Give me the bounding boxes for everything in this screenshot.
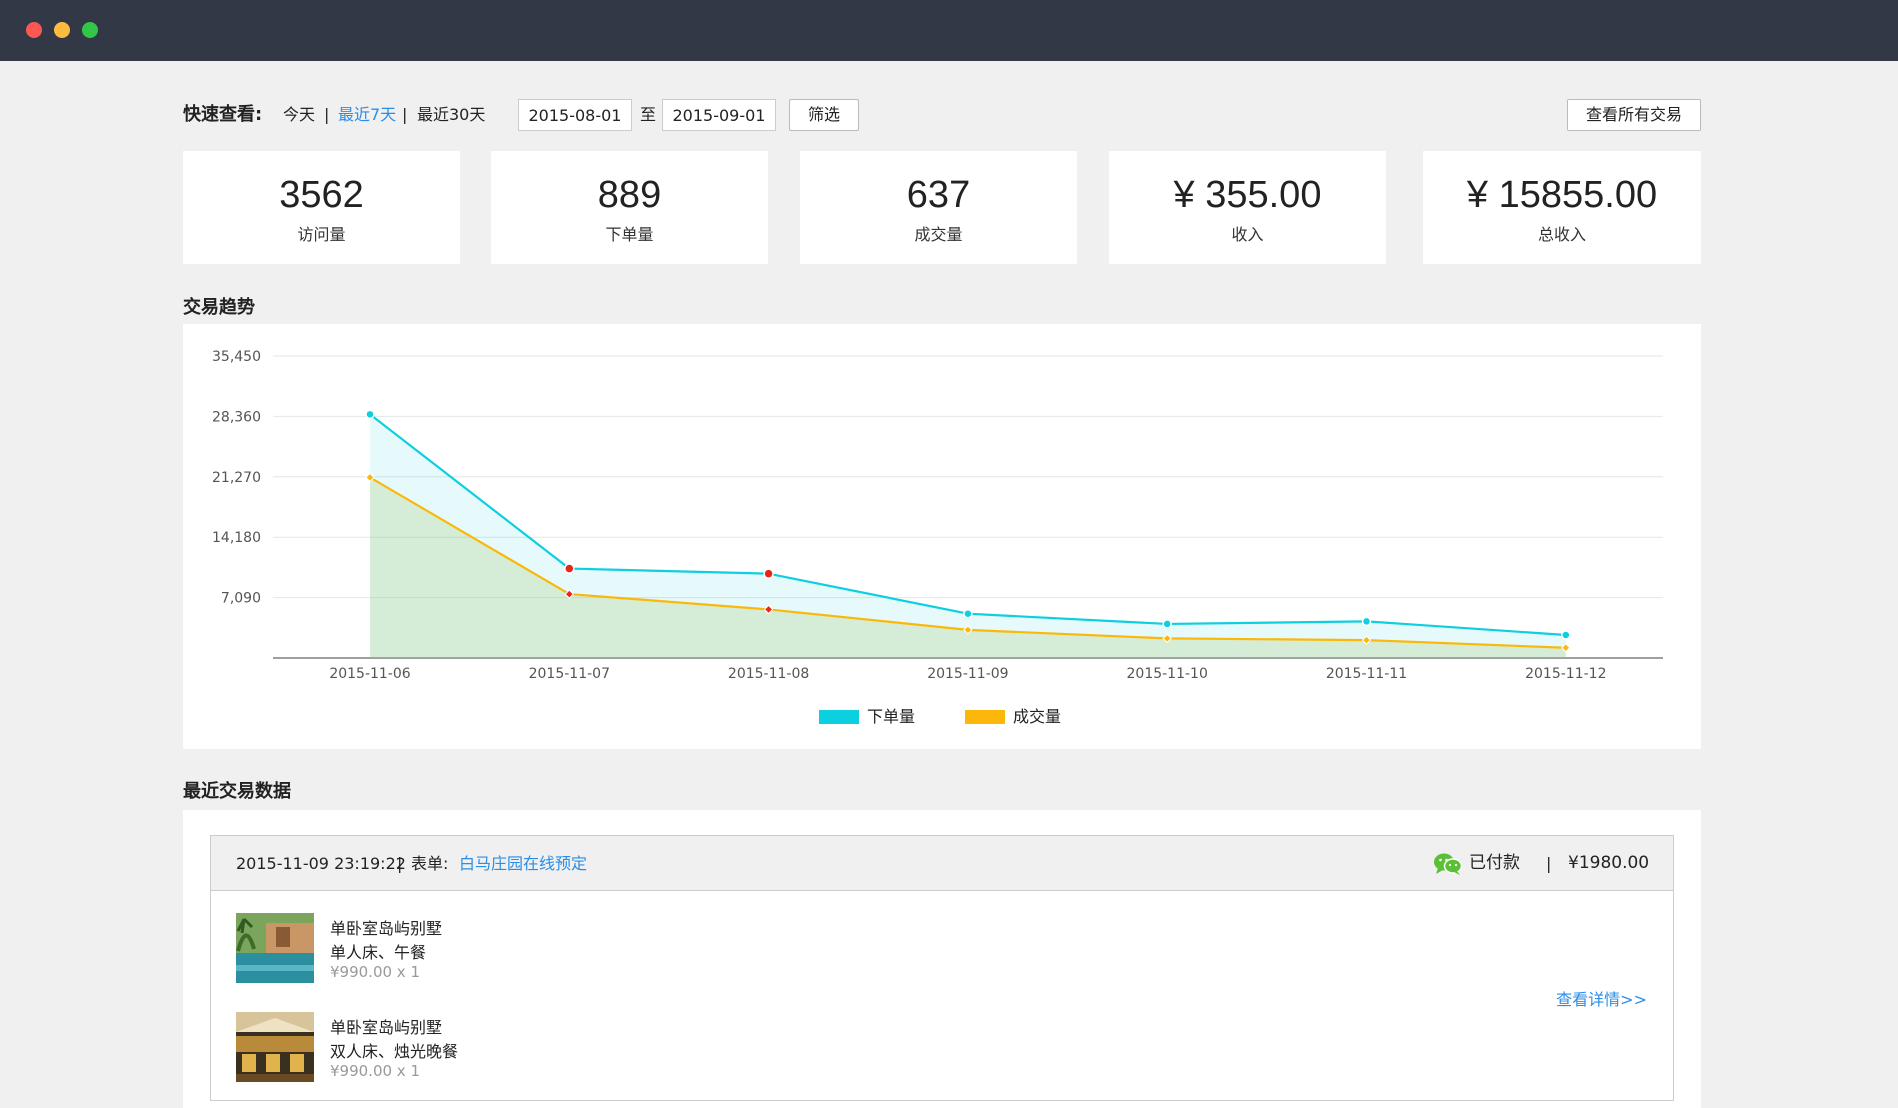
item-name: 单卧室岛屿别墅 xyxy=(330,1018,443,1037)
minimize-window-button[interactable] xyxy=(54,22,70,38)
trend-chart: 35,450 28,360 21,270 14,180 7,090 2015-11-06 2… xyxy=(212,349,1663,726)
data-point xyxy=(963,608,973,619)
stat-label: 收入 xyxy=(1231,225,1264,244)
legend-label: 成交量 xyxy=(1013,707,1061,726)
x-tick-label: 2015-11-11 xyxy=(1326,666,1407,682)
stat-card-orders: 889 下单量 xyxy=(491,151,768,264)
order-amount: ¥1980.00 xyxy=(1568,853,1650,873)
view-all-transactions-button[interactable]: 查看所有交易 xyxy=(1567,99,1701,131)
trend-chart-panel: 35,450 28,360 21,270 14,180 7,090 2015-11-06 2… xyxy=(183,324,1701,749)
quick-view-label: 快速查看: xyxy=(183,104,263,125)
x-tick-label: 2015-11-06 xyxy=(329,666,410,682)
date-range-to-label: 至 xyxy=(640,105,657,124)
separator: | xyxy=(1546,854,1552,873)
recent-transactions-panel: 2015-11-09 23:19:22 | 表单: 白马庄园在线预定 已付款 |… xyxy=(183,810,1701,1108)
separator: | xyxy=(324,105,330,124)
order-card: 2015-11-09 23:19:22 | 表单: 白马庄园在线预定 已付款 |… xyxy=(210,835,1674,1101)
order-item: 单卧室岛屿别墅 单人床、午餐 ¥990.00 x 1 xyxy=(236,913,836,985)
stat-label: 总收入 xyxy=(1537,225,1586,244)
y-tick-label: 7,090 xyxy=(221,591,261,607)
trend-section-title: 交易趋势 xyxy=(183,297,255,318)
legend-label: 下单量 xyxy=(867,707,915,726)
stat-card-visits: 3562 访问量 xyxy=(183,151,460,264)
order-item: 单卧室岛屿别墅 双人床、烛光晚餐 ¥990.00 x 1 xyxy=(236,1012,836,1084)
stat-label: 访问量 xyxy=(297,225,346,244)
legend-swatch xyxy=(965,710,1005,724)
order-time: 2015-11-09 23:19:22 xyxy=(236,854,406,873)
item-price: ¥990.00 x 1 xyxy=(330,1062,420,1080)
payment-status: 已付款 xyxy=(1469,853,1520,873)
item-price: ¥990.00 x 1 xyxy=(330,963,420,981)
data-point xyxy=(763,568,774,579)
villa-pool-thumbnail xyxy=(236,913,314,983)
x-tick-label: 2015-11-07 xyxy=(529,666,610,682)
data-point xyxy=(365,409,375,420)
order-form-label: 表单: xyxy=(411,854,449,873)
stat-value: 3562 xyxy=(279,174,364,216)
quick-view-today[interactable]: 今天 xyxy=(283,98,315,132)
quick-view-last-7-days[interactable]: 最近7天 xyxy=(338,98,396,132)
item-name: 单卧室岛屿别墅 xyxy=(330,919,443,938)
y-tick-label: 35,450 xyxy=(212,349,261,365)
stat-label: 成交量 xyxy=(914,225,963,244)
filter-bar: 快速查看: 今天 | 最近7天 | 最近30天 至 筛选 查看所有交易 xyxy=(183,98,1701,132)
end-date-input[interactable] xyxy=(662,99,776,131)
stat-card-deals: 637 成交量 xyxy=(800,151,1077,264)
y-tick-label: 21,270 xyxy=(212,470,261,486)
villa-dining-thumbnail xyxy=(236,1012,314,1082)
stat-value: ¥ 15855.00 xyxy=(1466,174,1658,216)
maximize-window-button[interactable] xyxy=(82,22,98,38)
view-details-link[interactable]: 查看详情>> xyxy=(1556,986,1647,1010)
x-tick-label: 2015-11-10 xyxy=(1127,666,1208,682)
close-window-button[interactable] xyxy=(26,22,42,38)
x-tick-label: 2015-11-12 xyxy=(1525,666,1606,682)
data-point xyxy=(564,563,575,574)
item-desc: 双人床、烛光晚餐 xyxy=(330,1042,459,1061)
y-tick-label: 14,180 xyxy=(212,530,261,546)
y-tick-label: 28,360 xyxy=(212,409,261,425)
filter-button[interactable]: 筛选 xyxy=(789,99,859,131)
start-date-input[interactable] xyxy=(518,99,632,131)
window-titlebar xyxy=(0,0,1898,61)
data-point xyxy=(1361,616,1372,627)
recent-section-title: 最近交易数据 xyxy=(183,781,291,802)
separator: | xyxy=(397,854,403,873)
stat-label: 下单量 xyxy=(605,225,654,244)
stat-card-total-income: ¥ 15855.00 总收入 xyxy=(1423,151,1701,264)
data-point xyxy=(1162,619,1172,629)
separator: | xyxy=(402,105,408,124)
item-desc: 单人床、午餐 xyxy=(330,943,427,962)
stat-value: 637 xyxy=(906,174,971,216)
stat-card-income: ¥ 355.00 收入 xyxy=(1109,151,1386,264)
order-form-link[interactable]: 白马庄园在线预定 xyxy=(459,836,587,891)
legend-swatch xyxy=(819,710,859,724)
stat-value: 889 xyxy=(597,174,662,216)
stat-value: ¥ 355.00 xyxy=(1173,174,1322,216)
x-tick-label: 2015-11-08 xyxy=(728,666,809,682)
quick-view-last-30-days[interactable]: 最近30天 xyxy=(417,98,485,132)
order-header: 2015-11-09 23:19:22 | 表单: 白马庄园在线预定 已付款 |… xyxy=(211,836,1673,891)
x-tick-label: 2015-11-09 xyxy=(927,666,1008,682)
data-point xyxy=(1561,630,1571,640)
wechat-icon xyxy=(1433,852,1463,876)
